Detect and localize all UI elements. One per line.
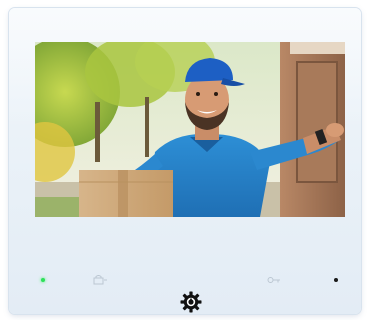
intercom-monitor [9, 8, 361, 314]
settings-gear-icon[interactable] [180, 291, 202, 313]
key-icon[interactable] [267, 275, 281, 285]
touch-controls [9, 270, 361, 290]
delivery-man-image [35, 42, 345, 217]
status-led [41, 278, 45, 282]
video-screen[interactable] [35, 42, 345, 217]
power-led [334, 278, 338, 282]
door-lock-icon[interactable] [93, 275, 107, 285]
